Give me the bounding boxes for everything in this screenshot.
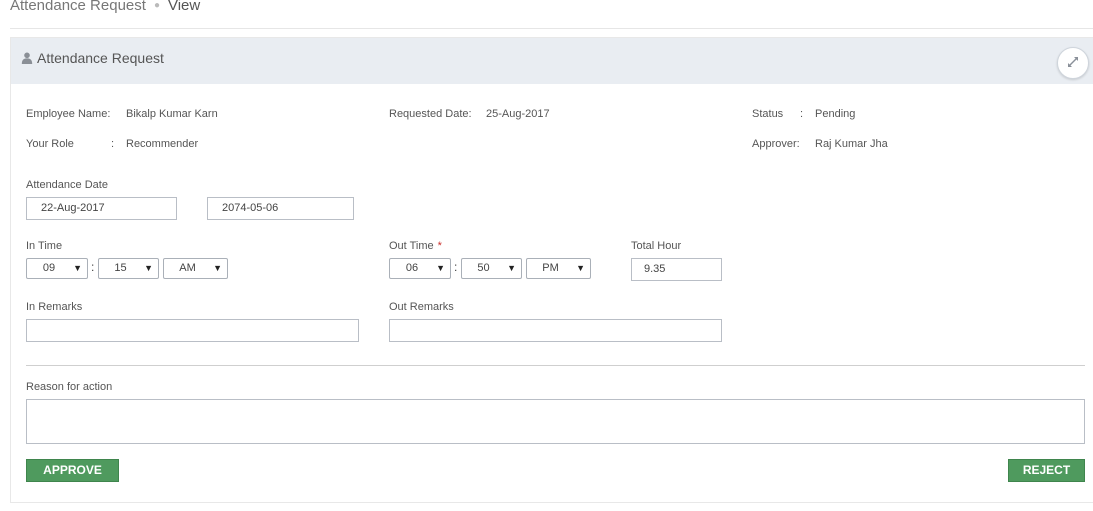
in-time-minute-select[interactable]: 15 ▼ (98, 258, 159, 279)
out-time-minute-value: 50 (477, 262, 490, 274)
panel-header: Attendance Request (11, 38, 1093, 84)
caret-down-icon: ▼ (213, 263, 222, 273)
out-remarks-field[interactable] (389, 319, 722, 342)
out-time-label-text: Out Time (389, 240, 434, 252)
role-value: Recommender (126, 138, 199, 150)
employee-name-label: Employee Name: (26, 108, 111, 120)
caret-down-icon: ▼ (73, 263, 82, 273)
out-time-meridiem-value: PM (542, 262, 559, 274)
approve-button[interactable]: APPROVE (26, 459, 119, 482)
reason-textarea[interactable] (26, 399, 1085, 444)
header-divider (10, 28, 1093, 29)
panel-title-text: Attendance Request (37, 50, 164, 66)
out-time-label: Out Time * (389, 240, 442, 252)
required-marker: * (437, 240, 442, 252)
in-remarks-field[interactable] (26, 319, 359, 342)
in-time-meridiem-value: AM (179, 262, 196, 274)
out-time-separator: : (454, 260, 458, 274)
out-remarks-label: Out Remarks (389, 301, 454, 313)
section-divider (26, 365, 1085, 366)
in-time-separator: : (91, 260, 95, 274)
out-time-hour-value: 06 (405, 262, 419, 274)
attendance-date-ad-field[interactable]: 22-Aug-2017 (26, 197, 177, 220)
user-icon (21, 51, 33, 64)
breadcrumb-separator-icon: ● (153, 0, 160, 11)
caret-down-icon: ▼ (436, 263, 445, 273)
caret-down-icon: ▼ (576, 263, 585, 273)
caret-down-icon: ▼ (144, 263, 153, 273)
attendance-date-label: Attendance Date (26, 179, 108, 191)
breadcrumb-parent[interactable]: Attendance Request (10, 0, 146, 14)
expand-button[interactable] (1057, 47, 1089, 79)
out-time-hour-select[interactable]: 06 ▼ (389, 258, 451, 279)
out-time-meridiem-select[interactable]: PM ▼ (526, 258, 591, 279)
attendance-request-panel: Attendance Request Employee Name: Bikalp… (10, 37, 1093, 503)
in-time-meridiem-select[interactable]: AM ▼ (163, 258, 228, 279)
approver-value: Raj Kumar Jha (815, 138, 888, 150)
reject-button[interactable]: REJECT (1008, 459, 1085, 482)
status-colon: : (800, 108, 804, 120)
in-time-hour-select[interactable]: 09 ▼ (26, 258, 88, 279)
in-time-minute-value: 15 (114, 262, 127, 274)
reason-label: Reason for action (26, 381, 113, 393)
expand-icon (1067, 56, 1079, 71)
panel-title: Attendance Request (21, 50, 164, 66)
breadcrumb-current: View (167, 0, 201, 14)
breadcrumb: Attendance Request ● View (10, 0, 200, 17)
in-time-hour-value: 09 (42, 262, 56, 274)
requested-date-label: Requested Date: (389, 108, 472, 120)
role-colon: : (111, 138, 115, 150)
caret-down-icon: ▼ (507, 263, 516, 273)
total-hour-label: Total Hour (631, 240, 682, 252)
total-hour-field[interactable]: 9.35 (631, 258, 722, 281)
in-remarks-label: In Remarks (26, 301, 83, 313)
out-time-minute-select[interactable]: 50 ▼ (461, 258, 522, 279)
role-label: Your Role (26, 138, 74, 150)
status-label: Status (752, 108, 784, 120)
requested-date-value: 25-Aug-2017 (486, 108, 550, 120)
employee-name-value: Bikalp Kumar Karn (126, 108, 218, 120)
status-value: Pending (815, 108, 856, 120)
attendance-date-bs-field[interactable]: 2074-05-06 (207, 197, 354, 220)
in-time-label: In Time (26, 240, 63, 252)
approver-label: Approver: (752, 138, 800, 150)
